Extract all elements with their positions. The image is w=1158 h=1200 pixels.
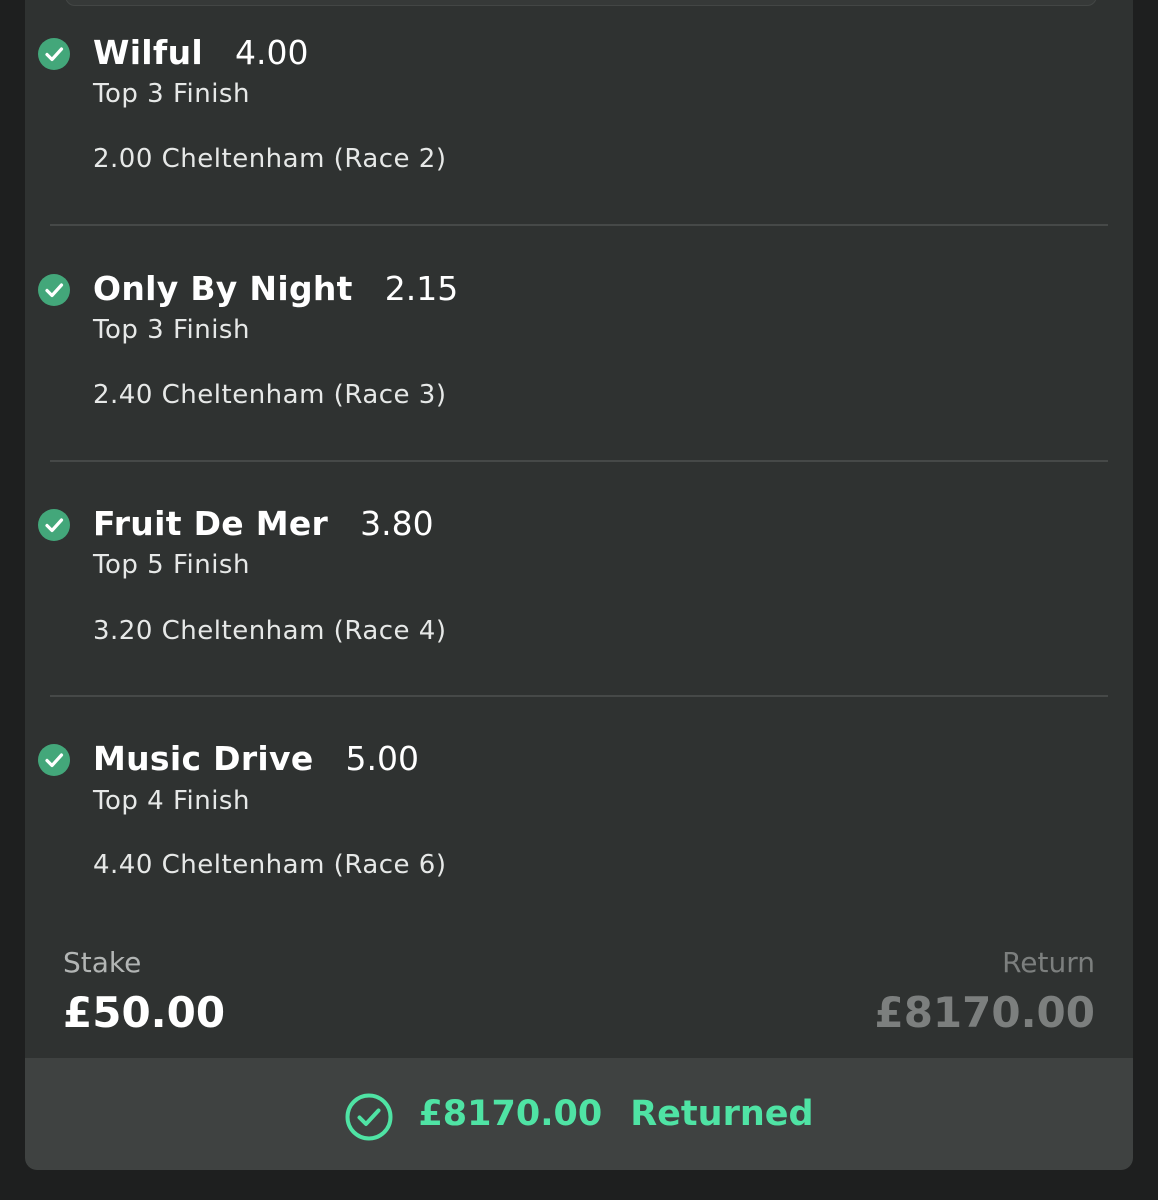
event-label: 2.40 Cheltenham (Race 3)	[93, 380, 447, 410]
selection-name-line: Fruit De Mer 3.80	[93, 504, 434, 543]
return-label: Return	[1002, 946, 1095, 979]
market-label: Top 3 Finish	[93, 79, 250, 109]
divider	[50, 224, 1108, 226]
stake-value: £50.00	[63, 988, 226, 1037]
horse-odds: 4.00	[235, 33, 309, 72]
return-value: £8170.00	[874, 988, 1095, 1037]
divider	[50, 460, 1108, 462]
selection-name-line: Only By Night 2.15	[93, 269, 458, 308]
bet-receipt-card: Wilful 4.00 Top 3 Finish 2.00 Cheltenham …	[25, 0, 1133, 1170]
stake-label: Stake	[63, 946, 142, 979]
check-circle-icon	[38, 274, 70, 306]
horse-name: Music Drive	[93, 739, 314, 778]
horse-odds: 2.15	[384, 269, 459, 308]
check-circle-icon	[38, 38, 70, 70]
check-circle-icon	[38, 744, 70, 776]
check-circle-icon	[38, 509, 70, 541]
selection-name-line: Wilful 4.00	[93, 33, 308, 72]
horse-odds: 3.80	[360, 504, 434, 543]
returned-label: Returned	[630, 1094, 814, 1134]
event-label: 4.40 Cheltenham (Race 6)	[93, 850, 447, 880]
event-label: 3.20 Cheltenham (Race 4)	[93, 616, 447, 646]
market-label: Top 3 Finish	[93, 315, 250, 345]
horse-name: Fruit De Mer	[93, 504, 329, 543]
divider	[50, 695, 1108, 697]
check-circle-outline-icon	[345, 1093, 393, 1141]
returned-content: £8170.00 Returned	[25, 1058, 1133, 1170]
returned-banner: £8170.00 Returned	[25, 1058, 1133, 1170]
market-label: Top 5 Finish	[93, 550, 250, 580]
horse-odds: 5.00	[345, 739, 419, 778]
market-label: Top 4 Finish	[93, 786, 250, 816]
selection-name-line: Music Drive 5.00	[93, 739, 419, 778]
previous-card-edge	[65, 0, 1097, 6]
horse-name: Wilful	[93, 33, 203, 72]
returned-amount: £8170.00	[418, 1094, 603, 1134]
horse-name: Only By Night	[93, 269, 353, 308]
event-label: 2.00 Cheltenham (Race 2)	[93, 144, 447, 174]
